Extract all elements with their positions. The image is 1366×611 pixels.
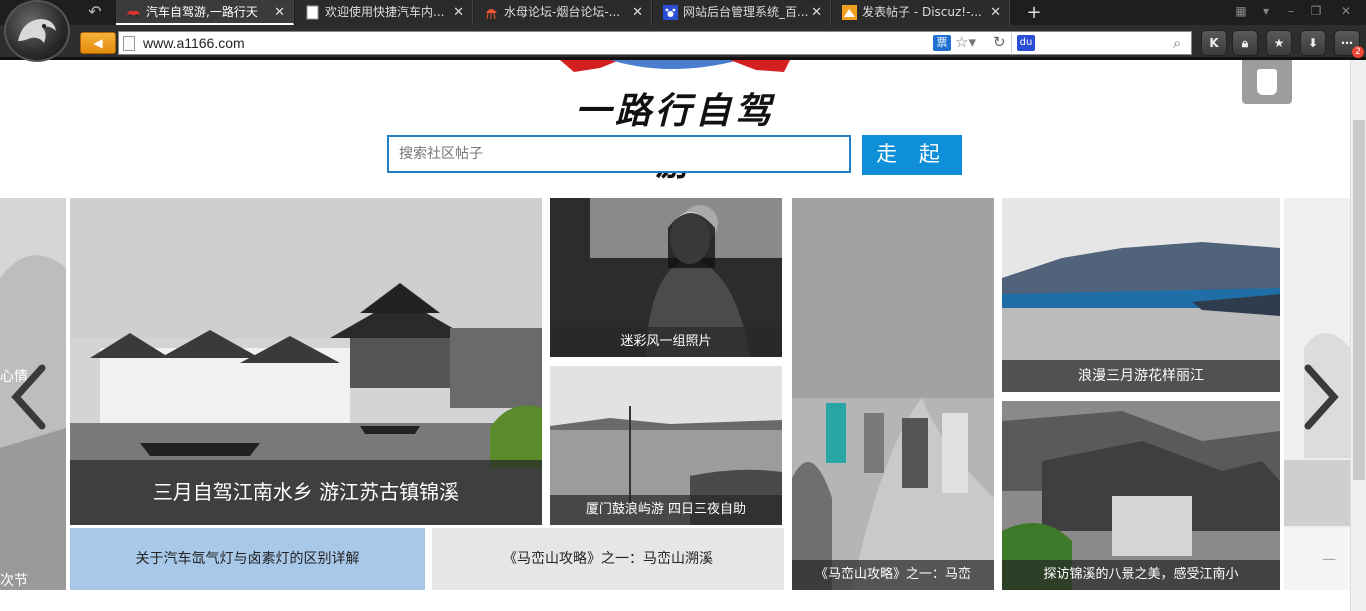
back-button[interactable]: ◀: [80, 32, 116, 54]
tab-5[interactable]: 发表帖子 - Discuz!-... ✕: [832, 0, 1010, 25]
tile-caption: 《马峦山攻略》之一：马峦: [792, 560, 994, 590]
tab-title: 发表帖子 - Discuz!-...: [862, 5, 982, 19]
ticket-icon[interactable]: 票: [933, 35, 951, 51]
side-caption-bottom: 一: [1322, 553, 1336, 569]
new-tab-button[interactable]: +: [1022, 0, 1046, 25]
undo-close-tab-icon[interactable]: ↶: [78, 1, 112, 23]
tab-title: 欢迎使用快捷汽车内...: [325, 5, 445, 19]
tab-title: 水母论坛-烟台论坛-...: [504, 5, 621, 19]
notification-badge: 2: [1352, 46, 1364, 58]
carousel-prev-arrow-icon[interactable]: [8, 362, 48, 432]
close-icon[interactable]: ✕: [632, 0, 643, 25]
download-icon[interactable]: ⬇: [1300, 30, 1326, 56]
search-input[interactable]: [387, 135, 851, 173]
tab-title: 网站后台管理系统_百...: [683, 5, 809, 19]
tile-caption: 厦门鼓浪屿游 四日三夜自助: [550, 495, 782, 525]
minimize-icon[interactable]: –: [1280, 0, 1302, 22]
baidu-paw-favicon-icon: [663, 5, 678, 20]
k-extension-icon[interactable]: K: [1201, 30, 1227, 56]
featured-tile-tall[interactable]: 《马峦山攻略》之一：马峦: [792, 198, 994, 590]
grid-icon[interactable]: ▦: [1230, 0, 1252, 22]
featured-tile[interactable]: 迷彩风一组照片: [550, 198, 782, 357]
tile-caption: 三月自驾江南水乡 游江苏古镇锦溪: [70, 460, 542, 525]
article-link[interactable]: 《马峦山攻略》之一：马峦山溯溪: [432, 528, 784, 590]
navigation-bar: ◀ www.a1166.com 票 ☆▾ ↻ du ⌕ K 🔒︎ ★ ⬇ ⋯: [0, 25, 1366, 60]
article-link[interactable]: 关于汽车氙气灯与卤素灯的区别详解: [70, 528, 425, 590]
tile-caption: 迷彩风一组照片: [550, 327, 782, 357]
search-button[interactable]: 走 起: [862, 135, 962, 175]
carousel-next-arrow-icon[interactable]: [1302, 362, 1342, 432]
jellyfish-favicon-icon: [486, 9, 497, 20]
tab-4[interactable]: 网站后台管理系统_百... ✕: [653, 0, 831, 25]
tab-1[interactable]: 汽车自驾游,一路行天 ✕: [116, 0, 294, 25]
featured-tile[interactable]: 探访锦溪的八景之美，感受江南小: [1002, 401, 1280, 590]
divider: [1011, 33, 1012, 53]
discuz-favicon-icon: [842, 5, 857, 20]
tile-caption: 探访锦溪的八景之美，感受江南小: [1002, 560, 1280, 590]
tab-3[interactable]: 水母论坛-烟台论坛-... ✕: [474, 0, 652, 25]
close-icon[interactable]: ✕: [274, 0, 285, 23]
window-close-icon[interactable]: ✕: [1335, 0, 1357, 22]
tile-caption: 浪漫三月游花样丽江: [1002, 360, 1280, 392]
search-engine-icon[interactable]: du: [1017, 35, 1035, 51]
scrollbar-thumb[interactable]: [1353, 120, 1365, 480]
close-icon[interactable]: ✕: [453, 0, 464, 25]
usb-device-icon[interactable]: [1242, 60, 1292, 104]
page-scrollbar[interactable]: [1350, 60, 1366, 611]
web-page: 一路行自驾游 走 起 心情 次节 一: [0, 60, 1350, 611]
side-caption-bottom: 次节: [0, 573, 28, 589]
close-icon[interactable]: ✕: [990, 0, 1001, 25]
page-icon: [123, 36, 135, 51]
bookmark-star-icon[interactable]: ☆▾: [955, 33, 976, 51]
url-text: www.a1166.com: [143, 35, 245, 51]
car-favicon-icon: [127, 11, 140, 18]
restore-icon[interactable]: ❐: [1305, 0, 1327, 22]
page-favicon-icon: [306, 5, 319, 20]
reload-icon[interactable]: ↻: [993, 33, 1006, 51]
logo-ribbon-icon: [560, 60, 790, 72]
featured-tile[interactable]: 浪漫三月游花样丽江: [1002, 198, 1280, 392]
shirt-skin-icon[interactable]: ▾: [1255, 0, 1277, 22]
address-bar[interactable]: www.a1166.com 票 ☆▾ ↻ du ⌕: [118, 31, 1192, 55]
featured-tile[interactable]: 厦门鼓浪屿游 四日三夜自助: [550, 366, 782, 525]
tab-2[interactable]: 欢迎使用快捷汽车内... ✕: [295, 0, 473, 25]
site-logo[interactable]: 一路行自驾游: [560, 82, 790, 184]
hiking-trail-photo: [792, 198, 994, 590]
browser-logo-icon[interactable]: [4, 0, 70, 62]
lock-icon[interactable]: 🔒︎: [1232, 30, 1258, 56]
tab-bar: ↶ 汽车自驾游,一路行天 ✕ 欢迎使用快捷汽车内... ✕ 水母论坛-烟台论坛-…: [0, 0, 1366, 25]
search-icon[interactable]: ⌕: [1173, 34, 1181, 52]
tab-title: 汽车自驾游,一路行天: [146, 5, 258, 19]
close-icon[interactable]: ✕: [811, 0, 822, 25]
favorites-star-icon[interactable]: ★: [1266, 30, 1292, 56]
featured-tile-large[interactable]: 三月自驾江南水乡 游江苏古镇锦溪: [70, 198, 542, 525]
